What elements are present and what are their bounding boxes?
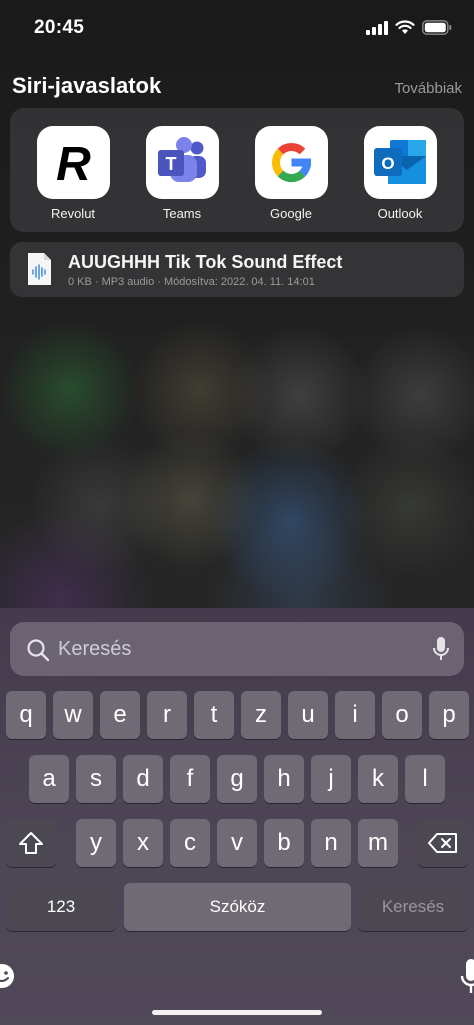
key[interactable]: c [170, 819, 210, 867]
search-icon [26, 638, 50, 667]
key[interactable]: u [288, 691, 328, 739]
key[interactable]: j [311, 755, 351, 803]
backspace-icon [428, 833, 457, 853]
key[interactable]: p [429, 691, 469, 739]
shift-key[interactable] [6, 819, 56, 867]
status-time: 20:45 [34, 17, 85, 38]
file-title: AUUGHHH Tik Tok Sound Effect [68, 252, 343, 272]
revolut-icon: R [36, 126, 110, 199]
key[interactable]: f [170, 755, 210, 803]
space-key[interactable]: Szóköz [124, 883, 351, 931]
app-label-outlook: Outlook [377, 206, 423, 221]
key[interactable]: o [382, 691, 422, 739]
app-google[interactable]: Google [241, 126, 341, 221]
key[interactable]: t [194, 691, 234, 739]
key[interactable]: k [358, 755, 398, 803]
key[interactable]: i [335, 691, 375, 739]
backspace-key[interactable] [418, 819, 468, 867]
app-revolut[interactable]: R Revolut [23, 126, 123, 221]
search-input[interactable] [58, 634, 418, 664]
key[interactable]: b [264, 819, 304, 867]
file-search-result[interactable]: AUUGHHH Tik Tok Sound Effect 0 KB · MP3 … [10, 242, 464, 297]
status-icons [366, 20, 452, 35]
show-more-button[interactable]: Továbbiak [394, 80, 462, 97]
cellular-signal-icon [366, 20, 388, 35]
siri-app-suggestions: R Revolut T Teams Google O Outlook [10, 108, 464, 232]
key[interactable]: v [217, 819, 257, 867]
app-label-revolut: Revolut [50, 206, 96, 221]
key[interactable]: z [241, 691, 281, 739]
key[interactable]: g [217, 755, 257, 803]
key[interactable]: n [311, 819, 351, 867]
key[interactable]: m [358, 819, 398, 867]
wifi-icon [395, 20, 415, 34]
emoji-icon[interactable] [0, 962, 16, 995]
app-label-teams: Teams [162, 206, 202, 221]
key[interactable]: s [76, 755, 116, 803]
key[interactable]: w [53, 691, 93, 739]
numbers-key[interactable]: 123 [6, 883, 116, 931]
key[interactable]: d [123, 755, 163, 803]
battery-icon [422, 20, 452, 35]
app-label-google: Google [270, 206, 312, 221]
shift-icon [19, 832, 43, 854]
teams-icon: T [145, 126, 219, 199]
audio-file-icon [26, 252, 52, 291]
home-indicator[interactable] [152, 1010, 322, 1015]
svg-text:O: O [381, 154, 394, 173]
outlook-icon: O [363, 126, 437, 199]
file-meta: 0 KB · MP3 audio · Módosítva: 2022. 04. … [68, 276, 315, 288]
key[interactable]: h [264, 755, 304, 803]
status-bar: 20:45 [0, 0, 474, 56]
key[interactable]: x [123, 819, 163, 867]
svg-text:T: T [165, 154, 176, 174]
search-bar [10, 622, 464, 676]
key[interactable]: l [405, 755, 445, 803]
siri-suggestions-title: Siri-javaslatok [12, 73, 162, 98]
key[interactable]: y [76, 819, 116, 867]
microphone-icon[interactable] [432, 636, 450, 667]
dictation-microphone-icon[interactable] [460, 958, 474, 1001]
google-icon [254, 126, 328, 199]
key[interactable]: e [100, 691, 140, 739]
search-key[interactable]: Keresés [358, 883, 468, 931]
svg-text:R: R [56, 138, 91, 191]
key[interactable]: q [6, 691, 46, 739]
app-teams[interactable]: T Teams [132, 126, 232, 221]
key[interactable]: r [147, 691, 187, 739]
app-outlook[interactable]: O Outlook [350, 126, 450, 221]
key[interactable]: a [29, 755, 69, 803]
